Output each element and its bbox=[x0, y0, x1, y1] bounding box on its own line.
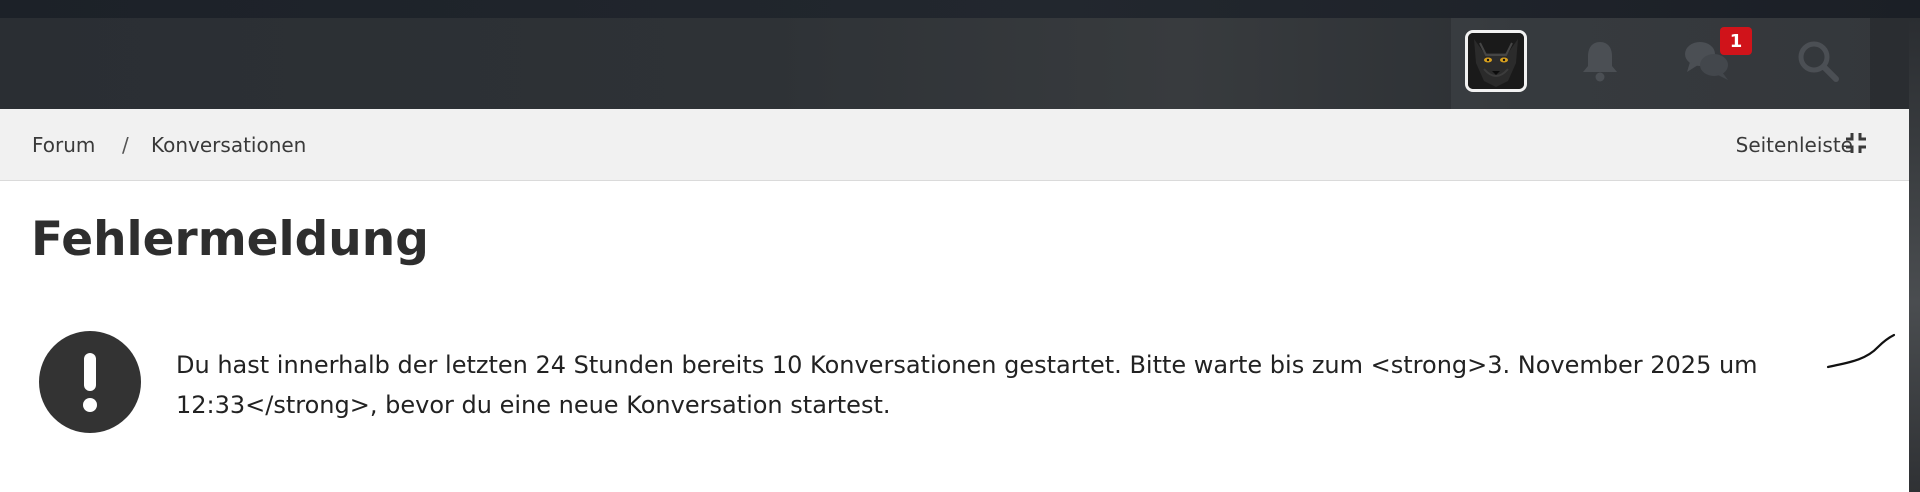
error-message-line1: Du hast innerhalb der letzten 24 Stunden… bbox=[176, 351, 1758, 379]
error-message-line2: 12:33</strong>, bevor du eine neue Konve… bbox=[176, 391, 891, 419]
page-title: Fehlermeldung bbox=[31, 212, 429, 267]
notifications-badge: 1 bbox=[1720, 27, 1752, 55]
breadcrumb: Forum / Konversationen Seitenleiste bbox=[0, 109, 1909, 181]
sidebar-toggle-label[interactable]: Seitenleiste bbox=[1736, 133, 1853, 157]
window-edge bbox=[1909, 18, 1920, 492]
breadcrumb-separator: / bbox=[122, 133, 129, 157]
collapse-icon[interactable] bbox=[1844, 131, 1868, 155]
user-avatar[interactable] bbox=[1465, 30, 1527, 92]
error-message: Du hast innerhalb der letzten 24 Stunden… bbox=[176, 345, 1786, 425]
pen-stroke-mark bbox=[1826, 333, 1896, 369]
breadcrumb-konversationen[interactable]: Konversationen bbox=[151, 133, 306, 157]
search-icon[interactable] bbox=[1793, 36, 1843, 86]
bell-icon[interactable] bbox=[1575, 36, 1625, 86]
window-top-strip bbox=[0, 0, 1920, 18]
breadcrumb-forum[interactable]: Forum bbox=[32, 133, 95, 157]
alert-icon bbox=[39, 331, 141, 433]
